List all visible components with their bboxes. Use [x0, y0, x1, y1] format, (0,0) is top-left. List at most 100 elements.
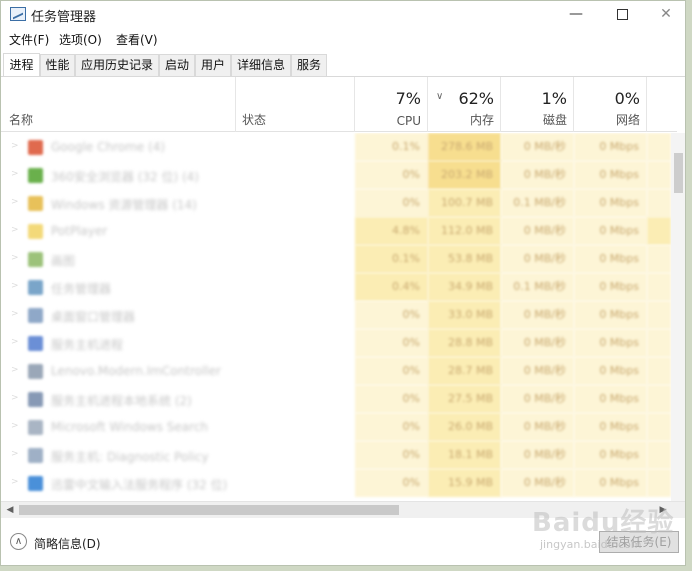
process-disk-cell: 0 MB/秒 [501, 385, 574, 413]
menu-view[interactable]: 查看(V) [116, 31, 158, 49]
process-cpu-cell: 0.4% [355, 273, 428, 301]
tab-processes[interactable]: 进程 [3, 53, 40, 76]
process-disk-cell: 0 MB/秒 [501, 413, 574, 441]
process-row[interactable]: > 服务主机进程 0% 28.8 MB 0 MB/秒 0 Mbps [1, 329, 671, 357]
expand-chevron-icon[interactable]: > [11, 225, 19, 235]
process-net-cell: 0 Mbps [574, 133, 647, 161]
process-disk-cell: 0 MB/秒 [501, 245, 574, 273]
process-cpu-cell: 0% [355, 329, 428, 357]
horizontal-scroll-thumb[interactable] [19, 505, 399, 515]
process-cpu-cell: 0% [355, 161, 428, 189]
fewer-details-link[interactable]: 简略信息(D) [34, 535, 101, 552]
column-header: 名称 状态 7% CPU ∨ 62% 内存 1% 磁盘 0% 网络 1 [1, 77, 677, 132]
network-label: 网络 [615, 113, 640, 127]
process-icon [28, 168, 43, 183]
vertical-scrollbar[interactable] [671, 133, 685, 501]
tab-users[interactable]: 用户 [195, 54, 231, 76]
process-row[interactable]: > Lenovo.Modern.ImController 0% 28.7 MB 0 MB… [1, 357, 671, 385]
process-mem-cell: 34.9 MB [428, 273, 501, 301]
tab-services[interactable]: 服务 [291, 54, 327, 76]
process-name: 画图 [51, 254, 76, 268]
process-row[interactable]: > 画图 0.1% 53.8 MB 0 MB/秒 0 Mbps [1, 245, 671, 273]
process-mem-cell: 203.2 MB [428, 161, 501, 189]
process-icon [28, 224, 43, 239]
process-row[interactable]: > Microsoft Windows Search 0% 26.0 MB 0 MB/秒… [1, 413, 671, 441]
header-power[interactable]: 1 [647, 77, 677, 132]
process-row[interactable]: > 桌面窗口管理器 0% 33.0 MB 0 MB/秒 0 Mbps [1, 301, 671, 329]
expand-chevron-icon[interactable]: > [11, 365, 19, 375]
header-network[interactable]: 0% 网络 [574, 77, 647, 132]
minimize-button[interactable]: — [553, 1, 599, 29]
expand-chevron-icon[interactable]: > [11, 169, 19, 179]
expand-chevron-icon[interactable]: > [11, 393, 19, 403]
chevron-up-icon[interactable]: ∧ [10, 533, 27, 550]
process-row[interactable]: > 服务主机: Diagnostic Policy 0% 18.1 MB 0 MB/秒 0… [1, 441, 671, 469]
expand-chevron-icon[interactable]: > [11, 449, 19, 459]
window-title: 任务管理器 [31, 10, 97, 25]
process-list: > Google Chrome (4) 0.1% 278.6 MB 0 MB/秒 0 Mb… [1, 133, 671, 501]
tab-app-history[interactable]: 应用历史记录 [75, 54, 159, 76]
process-mem-cell: 28.7 MB [428, 357, 501, 385]
expand-chevron-icon[interactable]: > [11, 141, 19, 151]
process-mem-cell: 26.0 MB [428, 413, 501, 441]
expand-chevron-icon[interactable]: > [11, 421, 19, 431]
watermark-sub: jingyan.baidu.com [540, 538, 642, 551]
process-name: 任务管理器 [51, 282, 112, 296]
header-status-label: 状态 [242, 113, 267, 127]
expand-chevron-icon[interactable]: > [11, 197, 19, 207]
tab-details[interactable]: 详细信息 [231, 54, 291, 76]
process-name: 服务主机进程本地系统 (2) [51, 394, 192, 408]
maximize-button[interactable] [599, 1, 645, 29]
menu-options[interactable]: 选项(O) [59, 31, 102, 49]
title-bar[interactable]: 任务管理器 — ✕ [1, 1, 685, 29]
process-net-cell: 0 Mbps [574, 273, 647, 301]
cpu-label: CPU [396, 114, 421, 128]
tab-performance[interactable]: 性能 [40, 54, 75, 76]
expand-chevron-icon[interactable]: > [11, 337, 19, 347]
tab-startup[interactable]: 启动 [159, 54, 195, 76]
process-name: Lenovo.Modern.ImController [51, 364, 221, 378]
expand-chevron-icon[interactable]: > [11, 309, 19, 319]
process-power-cell [647, 357, 671, 385]
close-button[interactable]: ✕ [643, 1, 685, 29]
expand-chevron-icon[interactable]: > [11, 477, 19, 487]
header-disk[interactable]: 1% 磁盘 [501, 77, 574, 132]
process-disk-cell: 0 MB/秒 [501, 217, 574, 245]
vertical-scroll-thumb[interactable] [674, 153, 683, 193]
process-power-cell [647, 133, 671, 161]
process-power-cell [647, 245, 671, 273]
process-row[interactable]: >360安全浏览器 (32 位) (4) 0% 203.2 MB 0 MB/秒 0 Mb… [1, 161, 671, 189]
header-name[interactable]: 名称 [1, 77, 236, 132]
menu-file[interactable]: 文件(F) [9, 31, 49, 49]
process-row[interactable]: > 任务管理器 0.4% 34.9 MB 0.1 MB/秒 0 Mbps [1, 273, 671, 301]
process-power-cell [647, 217, 671, 245]
menu-bar: 文件(F) 选项(O) 查看(V) [1, 31, 685, 51]
process-row[interactable]: > Windows 资源管理器 (14) 0% 100.7 MB 0.1 MB/秒 0 M… [1, 189, 671, 217]
process-power-cell [647, 329, 671, 357]
expand-chevron-icon[interactable]: > [11, 253, 19, 263]
process-icon [28, 280, 43, 295]
process-disk-cell: 0.1 MB/秒 [501, 273, 574, 301]
process-row[interactable]: > 迅雷中文输入法服务程序 (32 位) 0% 15.9 MB 0 MB/秒 0 Mbps [1, 469, 671, 497]
header-memory[interactable]: ∨ 62% 内存 [428, 77, 501, 132]
process-icon [28, 336, 43, 351]
disk-label: 磁盘 [542, 113, 567, 127]
header-status[interactable]: 状态 [236, 77, 355, 132]
process-row[interactable]: > Google Chrome (4) 0.1% 278.6 MB 0 MB/秒 0 Mb… [1, 133, 671, 161]
tab-strip: 进程 性能 应用历史记录 启动 用户 详细信息 服务 [1, 53, 685, 77]
cpu-percent: 7% [395, 89, 421, 108]
process-disk-cell: 0.1 MB/秒 [501, 189, 574, 217]
process-row[interactable]: > 服务主机进程本地系统 (2) 0% 27.5 MB 0 MB/秒 0 Mbps [1, 385, 671, 413]
process-mem-cell: 27.5 MB [428, 385, 501, 413]
process-disk-cell: 0 MB/秒 [501, 133, 574, 161]
process-name: Microsoft Windows Search [51, 420, 209, 434]
process-name: 桌面窗口管理器 [51, 310, 136, 324]
header-cpu[interactable]: 7% CPU [355, 77, 428, 132]
process-mem-cell: 28.8 MB [428, 329, 501, 357]
sort-down-icon: ∨ [436, 91, 444, 102]
process-mem-cell: 33.0 MB [428, 301, 501, 329]
scroll-left-arrow-icon[interactable]: ◀ [2, 503, 18, 518]
process-name: 迅雷中文输入法服务程序 (32 位) [51, 478, 228, 492]
expand-chevron-icon[interactable]: > [11, 281, 19, 291]
process-row[interactable]: > PotPlayer 4.8% 112.0 MB 0 MB/秒 0 Mbps [1, 217, 671, 245]
